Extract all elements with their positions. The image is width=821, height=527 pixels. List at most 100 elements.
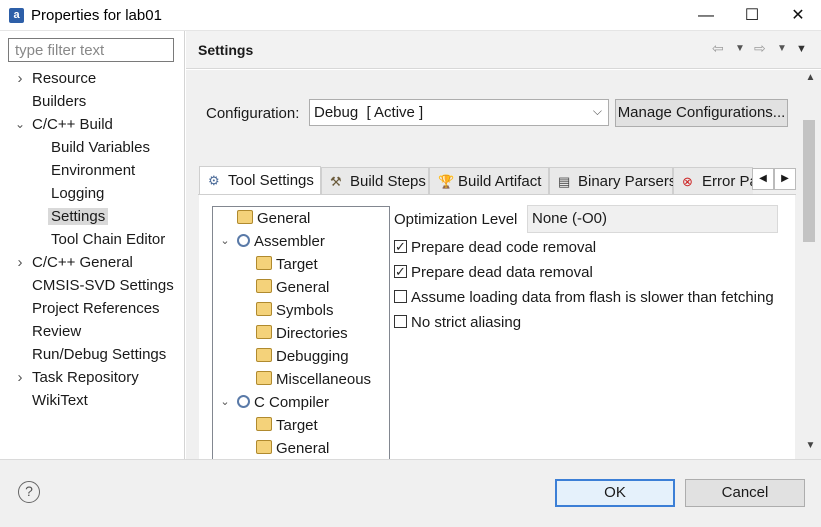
tree-item-general[interactable]: General [256,437,329,459]
nav-item-tool-chain-editor[interactable]: Tool Chain Editor [51,228,165,251]
option-prepare-dead-data-removal[interactable]: Prepare dead data removal [394,261,593,284]
tree-item-label: General [257,210,311,227]
nav-item-build-variables[interactable]: Build Variables [51,136,150,159]
configuration-value: Debug [ Active ] [314,104,424,121]
tree-item-label: Assembler [254,233,325,250]
view-menu-icon[interactable]: ▼ [796,43,807,55]
hammer-icon: ⚒ [330,174,342,189]
nav-item-run-debug-settings[interactable]: Run/Debug Settings [32,343,166,366]
tool-gear-icon [237,395,250,408]
filter-input[interactable] [8,38,174,62]
tree-item-general[interactable]: General [237,207,310,230]
checkbox-label: No strict aliasing [411,314,522,331]
tree-item-general[interactable]: General [256,276,329,299]
title-bar: a Properties for lab01 — ☐ ✕ [0,0,821,31]
maximize-button[interactable]: ☐ [729,0,775,31]
folder-icon [256,256,272,270]
tab-label: Binary Parsers [578,173,677,190]
tree-item-symbols[interactable]: Symbols [256,299,334,322]
tree-item-assembler[interactable]: ⌄ Assembler [220,230,325,253]
checkbox-label: Assume loading data from flash is slower… [411,289,774,306]
tab-build-artifact[interactable]: 🏆 Build Artifact [429,167,549,194]
cancel-button[interactable]: Cancel [685,479,805,507]
ok-button[interactable]: OK [555,479,675,507]
tree-item-c-compiler[interactable]: ⌄ C Compiler [220,391,329,414]
nav-item-c-c-build[interactable]: ⌄ C/C++ Build [15,113,113,136]
gear-icon: ⚙ [208,173,220,188]
tree-item-target[interactable]: Target [256,414,318,437]
tab-tool-settings[interactable]: ⚙ Tool Settings [199,166,321,195]
option-prepare-dead-code-removal[interactable]: Prepare dead code removal [394,236,596,259]
folder-icon [256,440,272,454]
tab-binary-parsers[interactable]: ▤ Binary Parsers [549,167,677,194]
chevron-right-icon[interactable]: › [14,251,26,274]
option-assume-loading-data-from-flash-is-slower-than-fetching[interactable]: Assume loading data from flash is slower… [394,287,774,309]
nav-item-cmsis-svd-settings[interactable]: CMSIS-SVD Settings [32,274,174,297]
nav-item-label: Task Repository [32,369,139,386]
chevron-right-icon[interactable]: › [14,67,26,90]
optimization-level-field[interactable]: None (-O0) [527,205,778,233]
page-title: Settings [198,42,254,58]
trophy-icon: 🏆 [438,174,455,189]
nav-item-project-references[interactable]: Project References [32,297,160,320]
nav-item-label: Review [32,323,82,340]
back-arrow-icon[interactable]: ⇦ [712,40,724,57]
folder-icon [256,371,272,385]
manage-configurations-button[interactable]: Manage Configurations... [615,99,788,127]
checkbox[interactable] [394,315,407,328]
window-title: Properties for lab01 [31,7,162,24]
nav-item-builders[interactable]: Builders [32,90,86,113]
minimize-button[interactable]: — [683,0,729,31]
nav-item-c-c-general[interactable]: › C/C++ General [18,251,133,274]
checkbox[interactable] [394,236,407,258]
help-icon[interactable]: ? [18,481,40,503]
nav-item-label: Settings [48,208,109,225]
nav-item-wikitext[interactable]: WikiText [32,389,88,412]
chevron-down-icon[interactable]: ⌄ [14,113,26,136]
nav-item-label: WikiText [32,392,88,409]
option-no-strict-aliasing[interactable]: No strict aliasing [394,312,521,334]
optimization-level-label: Optimization Level [394,211,518,228]
tree-item-miscellaneous[interactable]: Miscellaneous [256,368,371,391]
chevron-down-icon: ⌵ [592,104,602,118]
scroll-down-icon[interactable]: ▼ [802,440,819,451]
chevron-down-icon[interactable]: ⌄ [219,230,231,253]
scroll-up-icon[interactable]: ▲ [802,72,819,83]
tool-settings-tree[interactable]: General ⌄ Assembler Target General Symbols Dir… [212,206,390,459]
app-icon: a [9,8,24,23]
nav-item-logging[interactable]: Logging [51,182,104,205]
nav-item-environment[interactable]: Environment [51,159,135,182]
configuration-label: Configuration: [206,105,300,122]
tab-build-steps[interactable]: ⚒ Build Steps [321,167,429,194]
nav-item-label: Run/Debug Settings [32,346,167,363]
nav-item-task-repository[interactable]: › Task Repository [18,366,139,389]
nav-item-review[interactable]: Review [32,320,81,343]
forward-menu-chevron-icon[interactable]: ▼ [777,43,787,54]
tree-item-label: Symbols [276,302,334,319]
forward-arrow-icon[interactable]: ⇨ [754,40,766,57]
checkbox[interactable] [394,290,407,303]
nav-item-label: Environment [51,162,136,179]
checkbox[interactable] [394,261,407,283]
close-button[interactable]: ✕ [775,0,821,31]
tree-item-label: Target [276,256,318,273]
tree-item-label: Directories [276,325,348,342]
tab-label: Build Artifact [458,173,542,190]
tree-item-target[interactable]: Target [256,253,318,276]
chevron-down-icon[interactable]: ⌄ [219,391,231,414]
nav-item-settings[interactable]: Settings [48,205,109,228]
tab-scroll-right-icon[interactable]: ▶ [774,168,796,190]
error-icon: ⊗ [682,174,693,189]
tab-label: Build Steps [350,173,426,190]
tab-error-pa[interactable]: ⊗ Error Pa [673,167,753,194]
back-menu-chevron-icon[interactable]: ▼ [735,43,745,54]
tool-gear-icon [237,234,250,247]
tab-label: Tool Settings [228,172,314,189]
tab-scroll-left-icon[interactable]: ◀ [752,168,774,190]
tree-item-debugging[interactable]: Debugging [256,345,349,368]
chevron-right-icon[interactable]: › [14,366,26,389]
scroll-thumb[interactable] [803,120,815,242]
configuration-select[interactable]: Debug [ Active ] ⌵ [309,99,609,126]
nav-item-resource[interactable]: › Resource [18,67,97,90]
tree-item-directories[interactable]: Directories [256,322,348,345]
